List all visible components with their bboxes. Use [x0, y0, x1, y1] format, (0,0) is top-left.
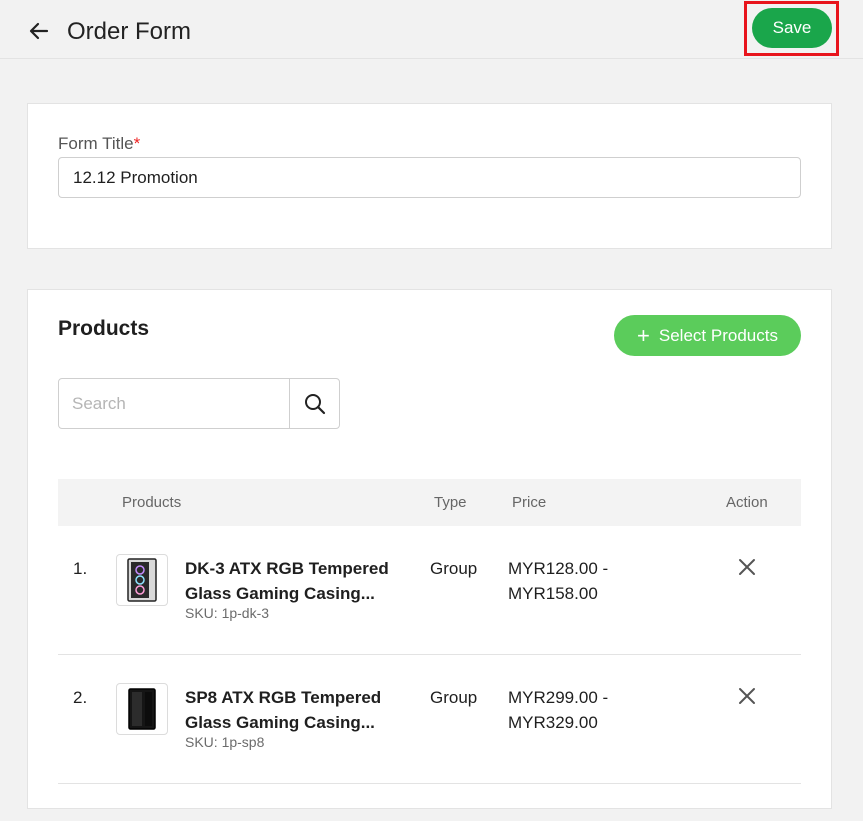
form-title-card: Form Title* [27, 103, 832, 249]
save-button[interactable]: Save [752, 8, 832, 48]
row-index: 1. [73, 559, 88, 578]
product-type: Group [430, 688, 478, 707]
products-heading: Products [58, 317, 150, 340]
product-thumbnail [116, 554, 168, 606]
product-type: Group [430, 559, 478, 578]
plus-icon: + [637, 322, 650, 348]
form-title-label-text: Form Title [58, 134, 134, 153]
required-mark: * [133, 134, 141, 153]
row-index: 2. [73, 688, 88, 707]
search-box [58, 378, 340, 429]
top-bar: Order Form Save [0, 0, 863, 59]
product-sku: SKU: 1p-sp8 [185, 734, 265, 750]
select-products-label: Select Products [658, 325, 778, 345]
search-input[interactable] [59, 379, 289, 428]
product-name: SP8 ATX RGB Tempered Glass Gaming Casing… [185, 688, 382, 732]
search-icon[interactable] [289, 379, 340, 428]
page-title: Order Form [67, 18, 192, 45]
close-icon[interactable] [735, 555, 759, 579]
product-price: MYR128.00 - MYR158.00 [508, 559, 609, 603]
column-header-type: Type [434, 494, 467, 511]
table-row: 2. SP8 ATX RGB Tempered Glass Gaming Cas… [58, 655, 801, 784]
column-header-price: Price [512, 494, 547, 511]
column-header-action: Action [726, 494, 768, 511]
select-products-button[interactable]: + Select Products [614, 315, 801, 356]
close-icon[interactable] [735, 684, 759, 708]
products-card: Products + Select Products Products Type… [27, 289, 832, 809]
form-title-label: Form Title* [58, 134, 140, 154]
product-thumbnail [116, 683, 168, 735]
table-header: Products Type Price Action [58, 479, 801, 526]
back-arrow-icon[interactable] [26, 18, 52, 44]
form-title-input[interactable] [58, 157, 801, 198]
table-row: 1. DK-3 ATX RGB Tempered Glass Gaming Ca… [58, 526, 801, 655]
product-price: MYR299.00 - MYR329.00 [508, 688, 609, 732]
column-header-products: Products [122, 494, 182, 511]
product-name: DK-3 ATX RGB Tempered Glass Gaming Casin… [185, 559, 389, 603]
product-sku: SKU: 1p-dk-3 [185, 605, 270, 621]
